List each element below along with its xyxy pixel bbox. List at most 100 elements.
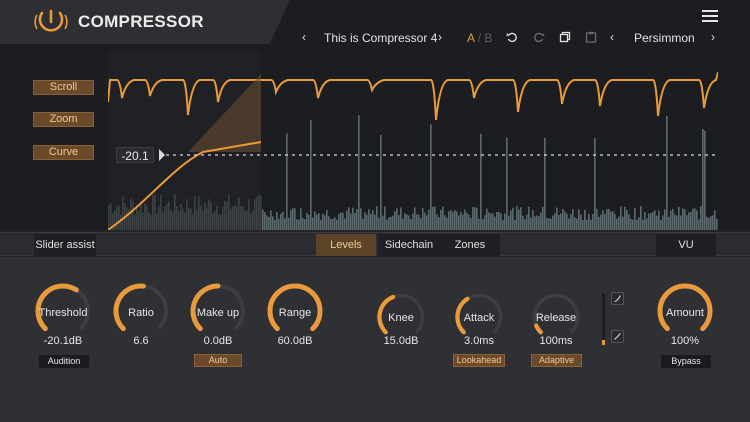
waveform-bar xyxy=(150,214,152,230)
ratio-label: Ratio xyxy=(128,307,154,319)
lookahead-button[interactable]: Lookahead xyxy=(453,354,505,367)
waveform-bar xyxy=(310,120,312,230)
waveform-bar xyxy=(594,137,596,230)
waveform-bar xyxy=(118,204,120,230)
level-history-plot[interactable] xyxy=(108,52,718,230)
scroll-button[interactable]: Scroll xyxy=(33,80,94,95)
waveform-bar xyxy=(686,215,688,230)
waveform-bar xyxy=(468,214,470,230)
waveform-bar xyxy=(540,212,542,230)
waveform-bar xyxy=(368,209,370,230)
copy-icon[interactable] xyxy=(559,31,571,43)
waveform-bar xyxy=(682,208,684,230)
waveform-bar xyxy=(380,134,382,230)
waveform-bar xyxy=(244,210,246,230)
waveform-bar xyxy=(122,196,124,230)
waveform-bar xyxy=(384,206,386,230)
range-label: Range xyxy=(278,307,312,319)
preset-next-chevron-icon[interactable]: › xyxy=(438,30,442,44)
release-curve-linear-icon[interactable] xyxy=(611,330,624,343)
waveform-bar xyxy=(286,133,288,230)
waveform-bar xyxy=(168,201,170,230)
waveform-bar xyxy=(628,214,630,230)
waveform-bar xyxy=(340,212,342,230)
adaptive-button[interactable]: Adaptive xyxy=(531,354,582,367)
zoom-button[interactable]: Zoom xyxy=(33,112,94,127)
waveform-bar xyxy=(500,213,502,230)
waveform-bar xyxy=(110,203,112,230)
ab-b-label[interactable]: B xyxy=(484,31,492,45)
threshold-readout[interactable]: -20.1 xyxy=(116,147,154,163)
ab-a-label[interactable]: A xyxy=(467,31,474,45)
waveform-bar xyxy=(280,213,282,230)
attack-value: 3.0ms xyxy=(464,335,494,347)
waveform-bar xyxy=(376,206,378,230)
theme-next-chevron-icon[interactable]: › xyxy=(711,30,715,44)
preset-prev-chevron-icon[interactable]: ‹ xyxy=(302,30,306,44)
waveform-bar xyxy=(432,206,434,230)
waveform-bar xyxy=(142,212,144,230)
tab-levels[interactable]: Levels xyxy=(316,234,376,256)
waveform-bar xyxy=(248,199,250,230)
theme-name[interactable]: Persimmon xyxy=(634,31,695,45)
attack-label: Attack xyxy=(463,312,495,324)
ratio-value: 6.6 xyxy=(133,335,149,347)
waveform-bar xyxy=(536,215,538,230)
audition-button[interactable]: Audition xyxy=(39,355,89,368)
ab-compare[interactable]: A / B xyxy=(467,31,492,45)
waveform-bar xyxy=(528,206,530,230)
waveform-bar xyxy=(170,209,172,230)
paste-icon[interactable] xyxy=(585,31,597,43)
waveform-bar xyxy=(284,218,286,230)
waveform-bar xyxy=(394,211,396,230)
slider-assist-toggle[interactable]: Slider assist xyxy=(34,234,96,256)
waveform-bar xyxy=(222,206,224,230)
redo-icon[interactable] xyxy=(533,31,545,43)
waveform-bar xyxy=(612,211,614,230)
bypass-button[interactable]: Bypass xyxy=(661,355,711,368)
waveform-bar xyxy=(252,210,254,230)
waveform-bar xyxy=(308,215,310,230)
threshold-label: Threshold xyxy=(38,307,88,319)
hamburger-menu-icon[interactable] xyxy=(702,10,718,22)
release-value: 100ms xyxy=(539,335,573,347)
waveform-bar xyxy=(362,218,364,230)
tab-zones[interactable]: Zones xyxy=(440,234,500,256)
waveform-bar xyxy=(600,214,602,230)
preset-name[interactable]: This is Compressor 4 xyxy=(324,31,437,45)
waveform-bar xyxy=(166,203,168,230)
preset-bar: ‹ This is Compressor 4 › A / B ‹ Persimm… xyxy=(0,30,750,48)
waveform-bar xyxy=(220,214,222,230)
undo-icon[interactable] xyxy=(506,31,518,43)
waveform-bar xyxy=(714,210,716,230)
waveform-bar xyxy=(648,213,650,230)
waveform-bar xyxy=(202,210,204,230)
waveform-bar xyxy=(392,215,394,230)
waveform-bar xyxy=(164,206,166,230)
waveform-bar xyxy=(172,212,174,230)
release-curve-log-icon[interactable] xyxy=(611,292,624,305)
amount-value: 100% xyxy=(670,335,700,347)
knee-value: 15.0dB xyxy=(383,335,419,347)
waveform-bar xyxy=(218,214,220,230)
tab-sidechain[interactable]: Sidechain xyxy=(378,234,440,256)
waveform-bar xyxy=(508,215,510,230)
waveform-bar xyxy=(502,219,504,230)
waveform-bar xyxy=(626,209,628,230)
waveform-bar xyxy=(510,210,512,230)
theme-prev-chevron-icon[interactable]: ‹ xyxy=(610,30,614,44)
waveform-bar xyxy=(562,209,564,230)
auto-makeup-button[interactable]: Auto xyxy=(194,354,242,367)
curve-button[interactable]: Curve xyxy=(33,145,94,160)
waveform-bar xyxy=(624,206,626,230)
waveform-bar xyxy=(130,198,132,230)
release-curve-meter-fill xyxy=(602,340,605,345)
tab-vu[interactable]: VU xyxy=(656,234,716,256)
waveform-bar xyxy=(256,197,258,230)
waveform-bar xyxy=(460,212,462,230)
waveform-bar xyxy=(672,208,674,230)
waveform-bar xyxy=(216,206,218,230)
waveform-bar xyxy=(666,115,668,230)
waveform-bar xyxy=(544,137,546,230)
waveform-bar xyxy=(592,213,594,230)
